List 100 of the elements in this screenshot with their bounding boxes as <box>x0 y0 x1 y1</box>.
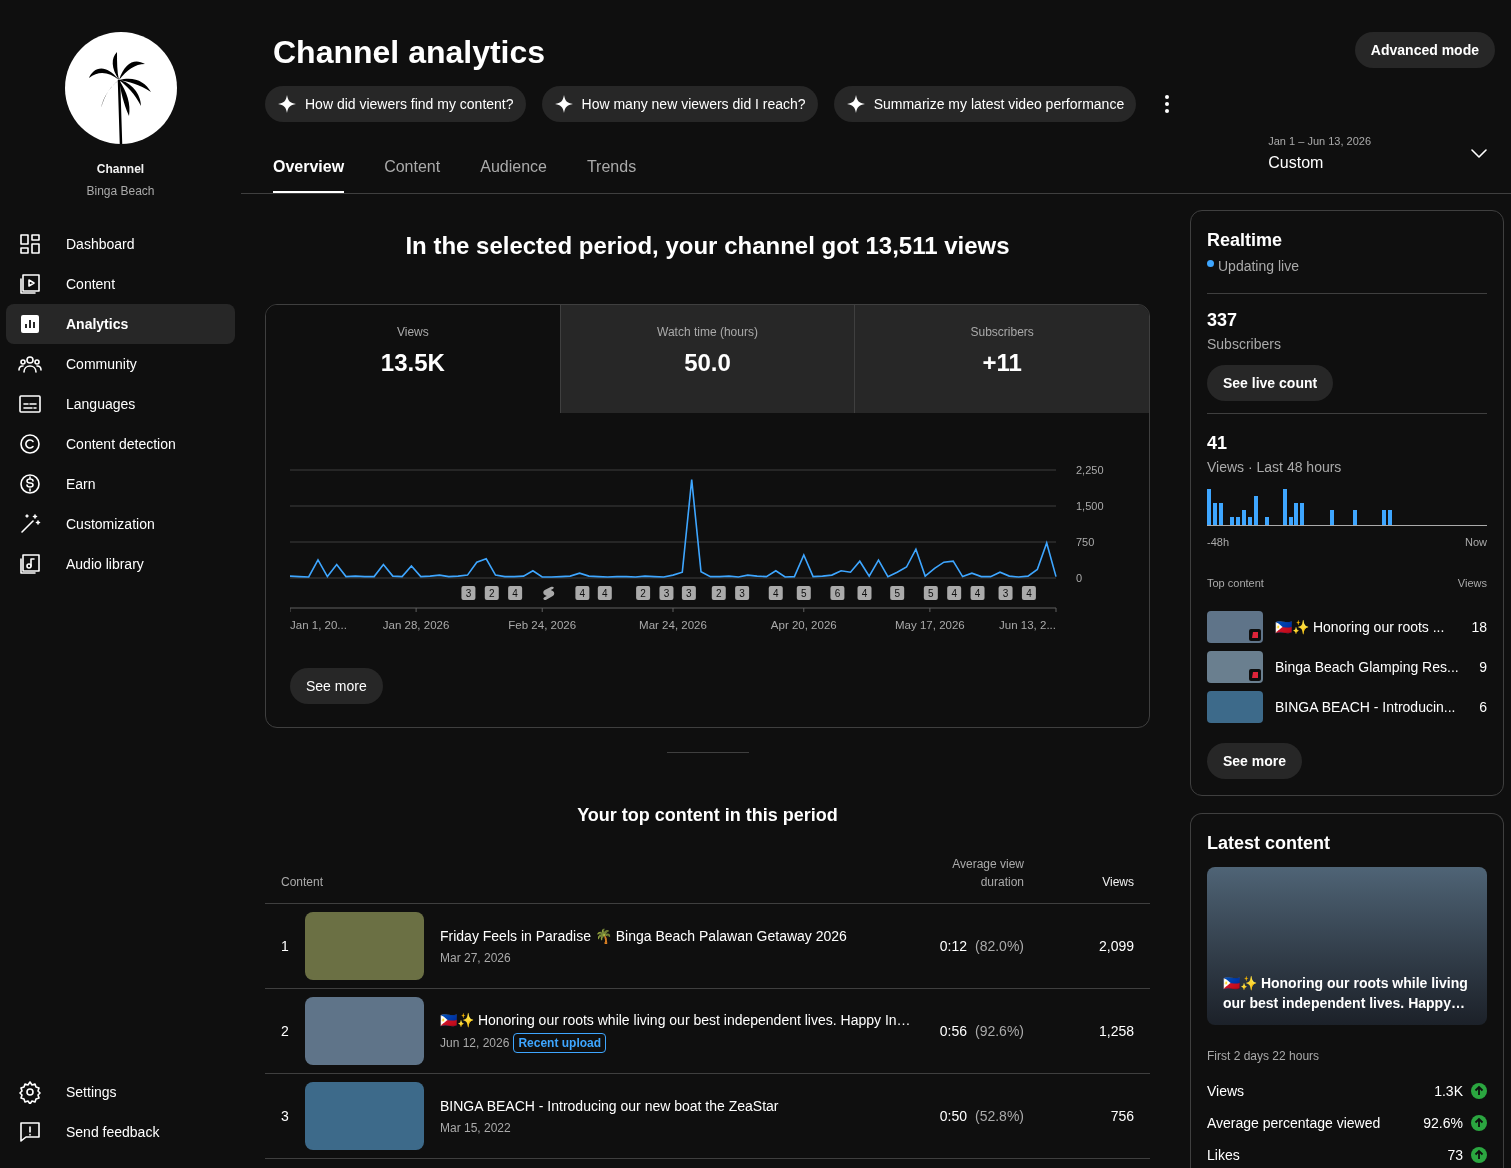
stat-label: Likes <box>1207 1145 1241 1165</box>
x-tick-label: Jun 13, 2... <box>999 619 1056 631</box>
upload-count-badge[interactable]: 6 <box>830 586 845 600</box>
see-more-button[interactable]: See more <box>1207 743 1303 779</box>
upload-count-badge[interactable]: 5 <box>890 586 905 600</box>
views-cell-text: 1,258 <box>1097 1021 1134 1041</box>
sidebar-item[interactable]: Analytics <box>6 304 235 344</box>
rank-cell-text: 2 <box>281 1021 290 1041</box>
sidebar-item[interactable]: Send feedback <box>6 1112 235 1152</box>
video-thumbnail[interactable]: 🇵🇭✨ Honoring our roots while living our best independent lives. Happy… <box>1207 867 1487 1025</box>
upload-count-badge[interactable]: 4 <box>1021 586 1036 600</box>
video-title[interactable]: Friday Feels in Paradise 🌴 Binga Beach Palawan Getaway 2026 <box>440 925 914 947</box>
sidebar-item[interactable]: Community <box>6 344 235 384</box>
column-header: Views <box>1101 874 1134 891</box>
video-title[interactable]: BINGA BEACH - Introducin... <box>1275 696 1480 718</box>
video-title[interactable]: 🇵🇭✨ Honoring our roots ... <box>1275 616 1472 638</box>
upload-count-badge[interactable]: 3 <box>659 586 674 600</box>
sidebar-item[interactable]: Content <box>6 264 235 304</box>
axis-label: -48h <box>1207 535 1230 550</box>
upload-count-badge[interactable]: 5 <box>923 586 938 600</box>
views-value: 18 <box>1471 617 1487 637</box>
stat-value: 92.6% <box>1423 1113 1463 1133</box>
grid-icon <box>18 232 42 256</box>
upload-count-badge[interactable]: 3 <box>998 586 1013 600</box>
see-live-count-button[interactable]: See live count <box>1207 365 1334 401</box>
palm-tree-avatar[interactable] <box>64 32 177 144</box>
suggestion-chip[interactable]: How many new viewers did I reach? <box>541 86 818 122</box>
upload-count-badge[interactable]: 4 <box>857 586 872 600</box>
live-status: Updating live <box>1218 257 1299 276</box>
duration-cell-text: 0:56 (92.6%) <box>938 1021 1024 1041</box>
subtitles-icon <box>18 392 42 416</box>
more-options-icon[interactable] <box>1164 95 1171 113</box>
x-tick-label: Jan 1, 20... <box>290 619 347 631</box>
duration-cell-text: 0:50 (52.8%) <box>938 1106 1024 1126</box>
upload-date: Jun 12, 2026 <box>440 1034 510 1052</box>
views-cell-text: 756 <box>1109 1106 1134 1126</box>
photo-placeholder[interactable] <box>1207 611 1263 643</box>
upload-count-badge[interactable]: 4 <box>947 586 962 600</box>
metric-tab[interactable]: Watch time (hours) 50.0 <box>559 305 855 413</box>
photo-placeholder[interactable] <box>1207 651 1263 683</box>
upload-count-badge[interactable]: 4 <box>768 586 783 600</box>
page-title: Channel analytics <box>273 36 546 68</box>
sidebar-item[interactable]: Content detection <box>6 424 235 464</box>
column-header: Content <box>281 874 325 891</box>
upload-date: Mar 15, 2022 <box>440 1119 511 1137</box>
date-range-picker[interactable]: Jan 1 – Jun 13, 2026 Custom <box>1268 132 1487 175</box>
upload-count-badge[interactable]: 2 <box>636 586 651 600</box>
video-title[interactable]: BINGA BEACH - Introducing our new boat the ZeaStar <box>440 1095 914 1117</box>
video-title[interactable]: 🇵🇭✨ Honoring our roots while living our best independent lives. Happy In… <box>440 1009 914 1031</box>
duration-cell-text: 0:12 (82.0%) <box>938 936 1024 956</box>
axis-label: Now <box>1465 535 1487 550</box>
video-title[interactable]: Binga Beach Glamping Res... <box>1275 656 1480 678</box>
bar-chart-icon <box>18 312 42 336</box>
feedback-icon <box>18 1120 42 1144</box>
upload-count-badge[interactable]: 4 <box>508 586 523 600</box>
upload-count-badge[interactable]: 3 <box>681 586 696 600</box>
upload-count-badge[interactable]: 4 <box>597 586 612 600</box>
upload-count-badge[interactable]: 2 <box>711 586 726 600</box>
sidebar-item[interactable]: Customization <box>6 504 235 544</box>
shorts-badge-icon <box>1249 629 1261 641</box>
copyright-icon <box>18 432 42 456</box>
sidebar-item[interactable]: Earn <box>6 464 235 504</box>
play-square-icon <box>18 272 42 296</box>
upload-count-badge[interactable]: 3 <box>461 586 476 600</box>
music-square-icon <box>18 552 42 576</box>
sidebar-item[interactable]: Audio library <box>6 544 235 584</box>
magic-wand-icon <box>18 512 42 536</box>
tab[interactable]: Content <box>384 142 441 193</box>
card-title: Latest content <box>1207 832 1331 855</box>
views-cell-text: 2,099 <box>1097 936 1134 956</box>
upload-count-badge[interactable]: 5 <box>796 586 811 600</box>
upload-count-badge[interactable]: 2 <box>484 586 499 600</box>
metric-label: Views · Last 48 hours <box>1207 458 1343 477</box>
metric-tab[interactable]: Subscribers +11 <box>854 305 1149 413</box>
sidebar-item[interactable]: Settings <box>6 1072 235 1112</box>
tab[interactable]: Trends <box>586 142 637 193</box>
video-title: 🇵🇭✨ Honoring our roots while living our best independent lives. Happy… <box>1223 974 1469 1013</box>
chevron-down-icon <box>1471 148 1487 159</box>
suggestion-chip[interactable]: Summarize my latest video performance <box>833 86 1137 122</box>
sidebar-item[interactable]: Dashboard <box>6 224 235 264</box>
advanced-mode-button[interactable]: Advanced mode <box>1354 32 1495 68</box>
see-more-button[interactable]: See more <box>290 668 383 704</box>
shorts-icon[interactable] <box>543 586 555 600</box>
sidebar-item[interactable]: Languages <box>6 384 235 424</box>
y-tick-label: 2,250 <box>1076 464 1104 476</box>
settings-icon <box>18 1080 42 1104</box>
upload-count-badge[interactable]: 4 <box>970 586 985 600</box>
y-tick-label: 1,500 <box>1076 500 1104 512</box>
suggestion-chip[interactable]: How did viewers find my content? <box>265 86 526 122</box>
views-value: 6 <box>1479 697 1487 717</box>
tab[interactable]: Overview <box>273 142 345 193</box>
rank-cell-text: 3 <box>281 1106 290 1126</box>
upload-count-badge[interactable]: 3 <box>735 586 750 600</box>
stat-label: Average percentage viewed <box>1207 1113 1382 1133</box>
sparkle-icon <box>277 94 297 114</box>
tab[interactable]: Audience <box>480 142 547 193</box>
views-value: 9 <box>1479 657 1487 677</box>
stat-value: 1.3K <box>1434 1081 1463 1101</box>
list-header: Views <box>1457 575 1487 591</box>
upload-count-badge[interactable]: 4 <box>575 586 590 600</box>
